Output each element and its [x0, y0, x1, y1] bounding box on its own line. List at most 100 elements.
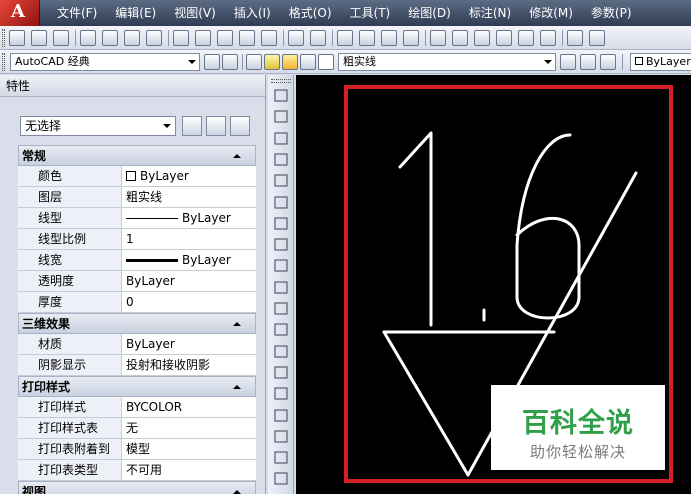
layer-on-bulb-icon[interactable]: [264, 54, 280, 70]
workspace-settings-icon[interactable]: [204, 54, 220, 70]
menu-item[interactable]: 格式(O): [280, 0, 341, 26]
3d-print-icon[interactable]: [146, 30, 162, 46]
property-row[interactable]: 线宽 ByLayer: [18, 250, 256, 271]
property-row[interactable]: 材质 ByLayer: [18, 334, 256, 355]
layer-lock-icon[interactable]: [300, 54, 316, 70]
gradient-icon[interactable]: [272, 407, 290, 424]
revision-cloud-icon[interactable]: [272, 236, 290, 253]
property-value[interactable]: 1: [122, 229, 256, 249]
section-header[interactable]: 视图: [18, 481, 256, 494]
section-header[interactable]: 三维效果: [18, 313, 256, 334]
menu-item[interactable]: 编辑(E): [106, 0, 165, 26]
menu-item[interactable]: 修改(M): [520, 0, 582, 26]
zoom-realtime-icon[interactable]: [359, 30, 375, 46]
sheet-set-icon[interactable]: [496, 30, 512, 46]
ellipse-icon[interactable]: [272, 279, 290, 296]
region-icon[interactable]: [272, 428, 290, 445]
property-value[interactable]: ByLayer: [122, 271, 256, 291]
property-value[interactable]: 模型: [122, 439, 256, 459]
text-style-icon[interactable]: [589, 30, 605, 46]
section-header[interactable]: 常规: [18, 145, 256, 166]
toolbar-grip[interactable]: [271, 79, 291, 83]
save-icon[interactable]: [53, 30, 69, 46]
property-row[interactable]: 厚度 0: [18, 292, 256, 313]
collapse-arrow-icon[interactable]: [233, 385, 241, 389]
menu-item[interactable]: 文件(F): [48, 0, 106, 26]
autocad-logo[interactable]: A: [0, 0, 40, 26]
property-row[interactable]: 打印样式 BYCOLOR: [18, 397, 256, 418]
block-editor-icon[interactable]: [261, 30, 277, 46]
print-preview-icon[interactable]: [102, 30, 118, 46]
layer-state-icon[interactable]: [600, 54, 616, 70]
property-row[interactable]: 阴影显示 投射和接收阴影: [18, 355, 256, 376]
design-center-icon[interactable]: [452, 30, 468, 46]
collapse-arrow-icon[interactable]: [233, 490, 241, 494]
hatch-icon[interactable]: [272, 385, 290, 402]
polygon-icon[interactable]: [272, 151, 290, 168]
print-icon[interactable]: [80, 30, 96, 46]
property-value[interactable]: ByLayer: [122, 334, 256, 354]
layer-manager-icon[interactable]: [246, 54, 262, 70]
toolbar-grip[interactable]: [2, 53, 5, 71]
polyline-icon[interactable]: [272, 130, 290, 147]
zoom-previous-icon[interactable]: [403, 30, 419, 46]
toggle-pickadd-icon[interactable]: [182, 116, 202, 136]
menu-item[interactable]: 视图(V): [165, 0, 225, 26]
collapse-arrow-icon[interactable]: [233, 154, 241, 158]
publish-icon[interactable]: [124, 30, 140, 46]
tool-palettes-icon[interactable]: [474, 30, 490, 46]
new-icon[interactable]: [9, 30, 25, 46]
arc-icon[interactable]: [272, 194, 290, 211]
menu-item[interactable]: 绘图(D): [399, 0, 460, 26]
property-value[interactable]: 不可用: [122, 460, 256, 480]
multiline-text-icon[interactable]: [272, 470, 290, 487]
property-value[interactable]: 投射和接收阴影: [122, 355, 256, 375]
zoom-window-icon[interactable]: [381, 30, 397, 46]
spline-icon[interactable]: [272, 257, 290, 274]
property-row[interactable]: 颜色 ByLayer: [18, 166, 256, 187]
layer-previous-icon[interactable]: [580, 54, 596, 70]
layer-freeze-sun-icon[interactable]: [282, 54, 298, 70]
property-value[interactable]: ByLayer: [122, 166, 256, 186]
property-row[interactable]: 打印表类型 不可用: [18, 460, 256, 481]
line-icon[interactable]: [272, 87, 290, 104]
cut-icon[interactable]: [173, 30, 189, 46]
select-objects-icon[interactable]: [206, 116, 226, 136]
menu-item[interactable]: 工具(T): [341, 0, 400, 26]
match-properties-icon[interactable]: [239, 30, 255, 46]
make-block-icon[interactable]: [272, 343, 290, 360]
color-select[interactable]: ByLayer: [630, 53, 691, 71]
layer-color-icon[interactable]: [318, 54, 334, 70]
layer-select[interactable]: 粗实线: [338, 53, 556, 71]
properties-icon[interactable]: [430, 30, 446, 46]
point-icon[interactable]: [272, 364, 290, 381]
redo-icon[interactable]: [310, 30, 326, 46]
property-value[interactable]: ByLayer: [122, 208, 256, 228]
property-value[interactable]: 粗实线: [122, 187, 256, 207]
property-value[interactable]: ByLayer: [122, 250, 256, 270]
table-icon[interactable]: [272, 449, 290, 466]
copy-icon[interactable]: [195, 30, 211, 46]
help-icon[interactable]: [567, 30, 583, 46]
circle-icon[interactable]: [272, 215, 290, 232]
property-row[interactable]: 线型比例 1: [18, 229, 256, 250]
property-row[interactable]: 线型 ByLayer: [18, 208, 256, 229]
property-value[interactable]: 无: [122, 418, 256, 438]
ellipse-arc-icon[interactable]: [272, 300, 290, 317]
pan-icon[interactable]: [337, 30, 353, 46]
insert-block-icon[interactable]: [272, 321, 290, 338]
construction-line-icon[interactable]: [272, 108, 290, 125]
make-current-layer-icon[interactable]: [560, 54, 576, 70]
menu-item[interactable]: 参数(P): [582, 0, 641, 26]
menu-item[interactable]: 标注(N): [460, 0, 520, 26]
workspace-toggle-icon[interactable]: [222, 54, 238, 70]
property-row[interactable]: 打印样式表无: [18, 418, 256, 439]
selection-select[interactable]: 无选择: [20, 116, 176, 136]
quickcalc-icon[interactable]: [540, 30, 556, 46]
undo-icon[interactable]: [288, 30, 304, 46]
menu-item[interactable]: 插入(I): [225, 0, 280, 26]
property-row[interactable]: 透明度 ByLayer: [18, 271, 256, 292]
section-header[interactable]: 打印样式: [18, 376, 256, 397]
toolbar-grip[interactable]: [2, 29, 5, 47]
property-value[interactable]: 0: [122, 292, 256, 312]
